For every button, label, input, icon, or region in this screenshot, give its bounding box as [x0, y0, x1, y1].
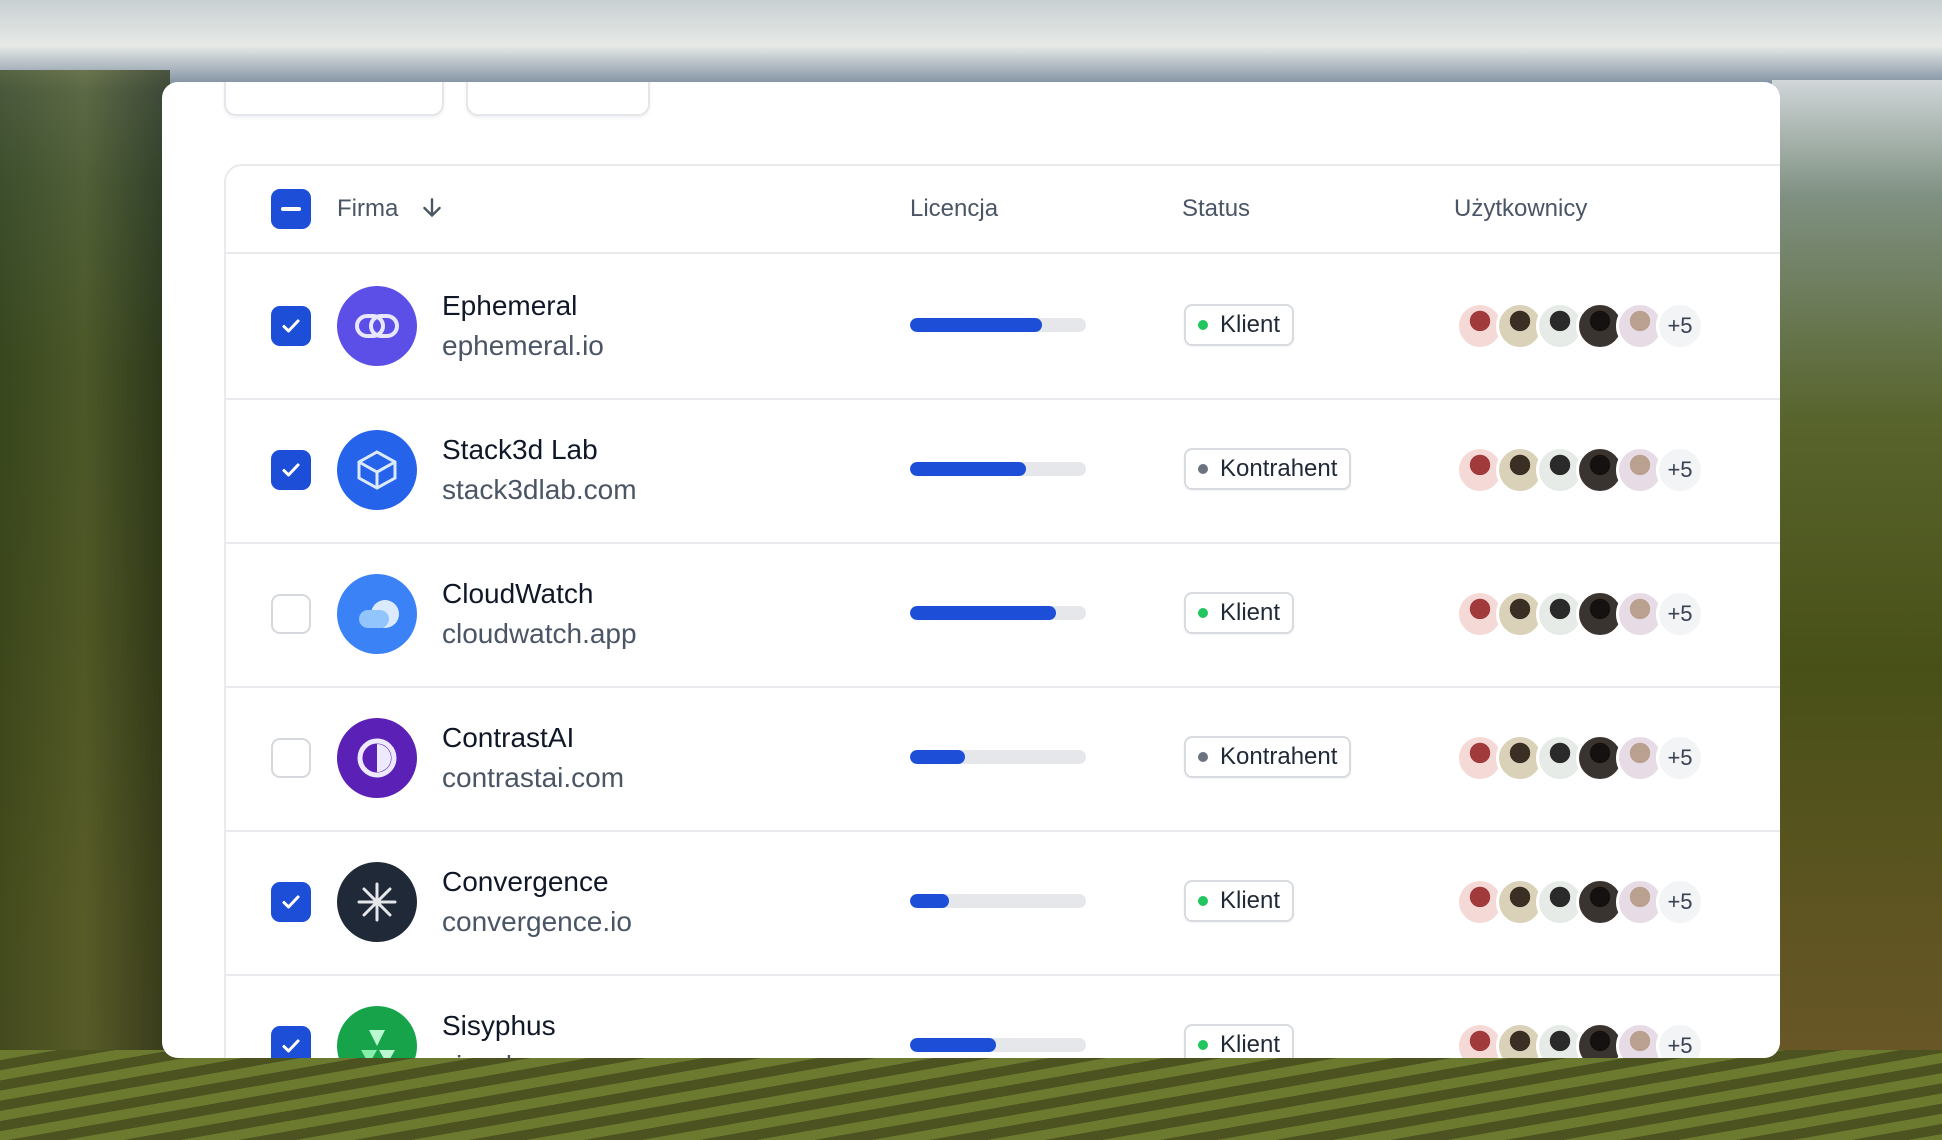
status-badge: Klient — [1184, 304, 1295, 346]
chain-link-icon — [337, 286, 417, 366]
select-all-checkbox[interactable] — [271, 189, 311, 229]
more-users-count: +5 — [1656, 302, 1704, 350]
cube-icon — [337, 430, 417, 510]
status-dot-icon — [1198, 896, 1208, 906]
company-name: Convergence — [442, 866, 609, 897]
column-header-users[interactable]: Użytkownicy — [1454, 166, 1587, 252]
license-progress-fill — [910, 894, 949, 908]
company-domain: sisyphus.com — [442, 1050, 612, 1058]
license-progress-bar — [910, 1038, 1086, 1052]
license-progress-fill — [910, 318, 1042, 332]
background-forest-left — [0, 70, 170, 1070]
company-name: Sisyphus — [442, 1010, 556, 1041]
check-icon — [282, 895, 300, 909]
status-label: Klient — [1220, 599, 1281, 626]
table-row[interactable]: ContrastAI contrastai.com Kontrahent +5 — [226, 686, 1780, 832]
more-users-count: +5 — [1656, 734, 1704, 782]
license-progress-bar — [910, 750, 1086, 764]
more-users-count: +5 — [1656, 590, 1704, 638]
row-checkbox[interactable] — [271, 306, 311, 346]
check-icon — [282, 463, 300, 477]
license-progress-bar — [910, 606, 1086, 620]
license-progress-fill — [910, 1038, 997, 1052]
table-header: Firma Licencja Status Użytkownicy — [226, 166, 1780, 254]
more-users-count: +5 — [1656, 446, 1704, 494]
license-progress-fill — [910, 606, 1057, 620]
background-forest-right — [1772, 80, 1942, 1060]
license-progress-fill — [910, 750, 965, 764]
minus-icon — [281, 207, 301, 211]
column-header-status[interactable]: Status — [1182, 166, 1250, 252]
table-row[interactable]: Stack3d Lab stack3dlab.com Kontrahent +5 — [226, 398, 1780, 544]
check-icon — [282, 319, 300, 333]
status-label: Klient — [1220, 1031, 1281, 1058]
license-progress-fill — [910, 462, 1027, 476]
status-dot-icon — [1198, 1040, 1208, 1050]
status-label: Klient — [1220, 887, 1281, 914]
background-vineyard — [0, 1050, 1942, 1140]
table-row[interactable]: Ephemeral ephemeral.io Klient +5 — [226, 254, 1780, 400]
row-checkbox[interactable] — [271, 738, 311, 778]
arrow-down-icon[interactable] — [419, 195, 445, 221]
companies-table: Firma Licencja Status Użytkownicy Epheme… — [224, 164, 1780, 1058]
row-checkbox[interactable] — [271, 1026, 311, 1058]
shape-icon — [337, 1006, 417, 1058]
status-dot-icon — [1198, 608, 1208, 618]
company-name: CloudWatch — [442, 578, 594, 609]
more-users-count: +5 — [1656, 878, 1704, 926]
table-row[interactable]: CloudWatch cloudwatch.app Klient +5 — [226, 542, 1780, 688]
status-label: Kontrahent — [1220, 455, 1338, 482]
license-progress-bar — [910, 318, 1086, 332]
toolbar-button-1[interactable] — [224, 82, 444, 116]
company-name: Ephemeral — [442, 290, 578, 321]
status-label: Kontrahent — [1220, 743, 1338, 770]
company-name: Stack3d Lab — [442, 434, 598, 465]
row-checkbox[interactable] — [271, 594, 311, 634]
license-progress-bar — [910, 894, 1086, 908]
check-icon — [282, 1039, 300, 1053]
table-row[interactable]: Convergence convergence.io Klient +5 — [226, 830, 1780, 976]
license-progress-bar — [910, 462, 1086, 476]
status-badge: Klient — [1184, 1024, 1295, 1058]
status-badge: Kontrahent — [1184, 448, 1352, 490]
company-name: ContrastAI — [442, 722, 575, 753]
column-header-company[interactable]: Firma — [337, 166, 445, 252]
company-domain: cloudwatch.app — [442, 618, 637, 649]
company-domain: ephemeral.io — [442, 330, 604, 361]
more-users-count: +5 — [1656, 1022, 1704, 1058]
column-header-license[interactable]: Licencja — [910, 166, 998, 252]
row-checkbox[interactable] — [271, 882, 311, 922]
company-domain: contrastai.com — [442, 762, 625, 793]
contrast-icon — [337, 718, 417, 798]
snowflake-icon — [337, 862, 417, 942]
company-domain: convergence.io — [442, 906, 632, 937]
company-domain: stack3dlab.com — [442, 474, 637, 505]
status-badge: Kontrahent — [1184, 736, 1352, 778]
table-row[interactable]: Sisyphus sisyphus.com Klient +5 — [226, 974, 1780, 1058]
toolbar-button-2[interactable] — [466, 82, 650, 116]
status-dot-icon — [1198, 464, 1208, 474]
status-label: Klient — [1220, 311, 1281, 338]
column-header-company-label: Firma — [337, 195, 399, 222]
status-dot-icon — [1198, 320, 1208, 330]
row-checkbox[interactable] — [271, 450, 311, 490]
cloud-icon — [337, 574, 417, 654]
status-dot-icon — [1198, 752, 1208, 762]
status-badge: Klient — [1184, 880, 1295, 922]
status-badge: Klient — [1184, 592, 1295, 634]
companies-panel: Firma Licencja Status Użytkownicy Epheme… — [162, 82, 1780, 1058]
